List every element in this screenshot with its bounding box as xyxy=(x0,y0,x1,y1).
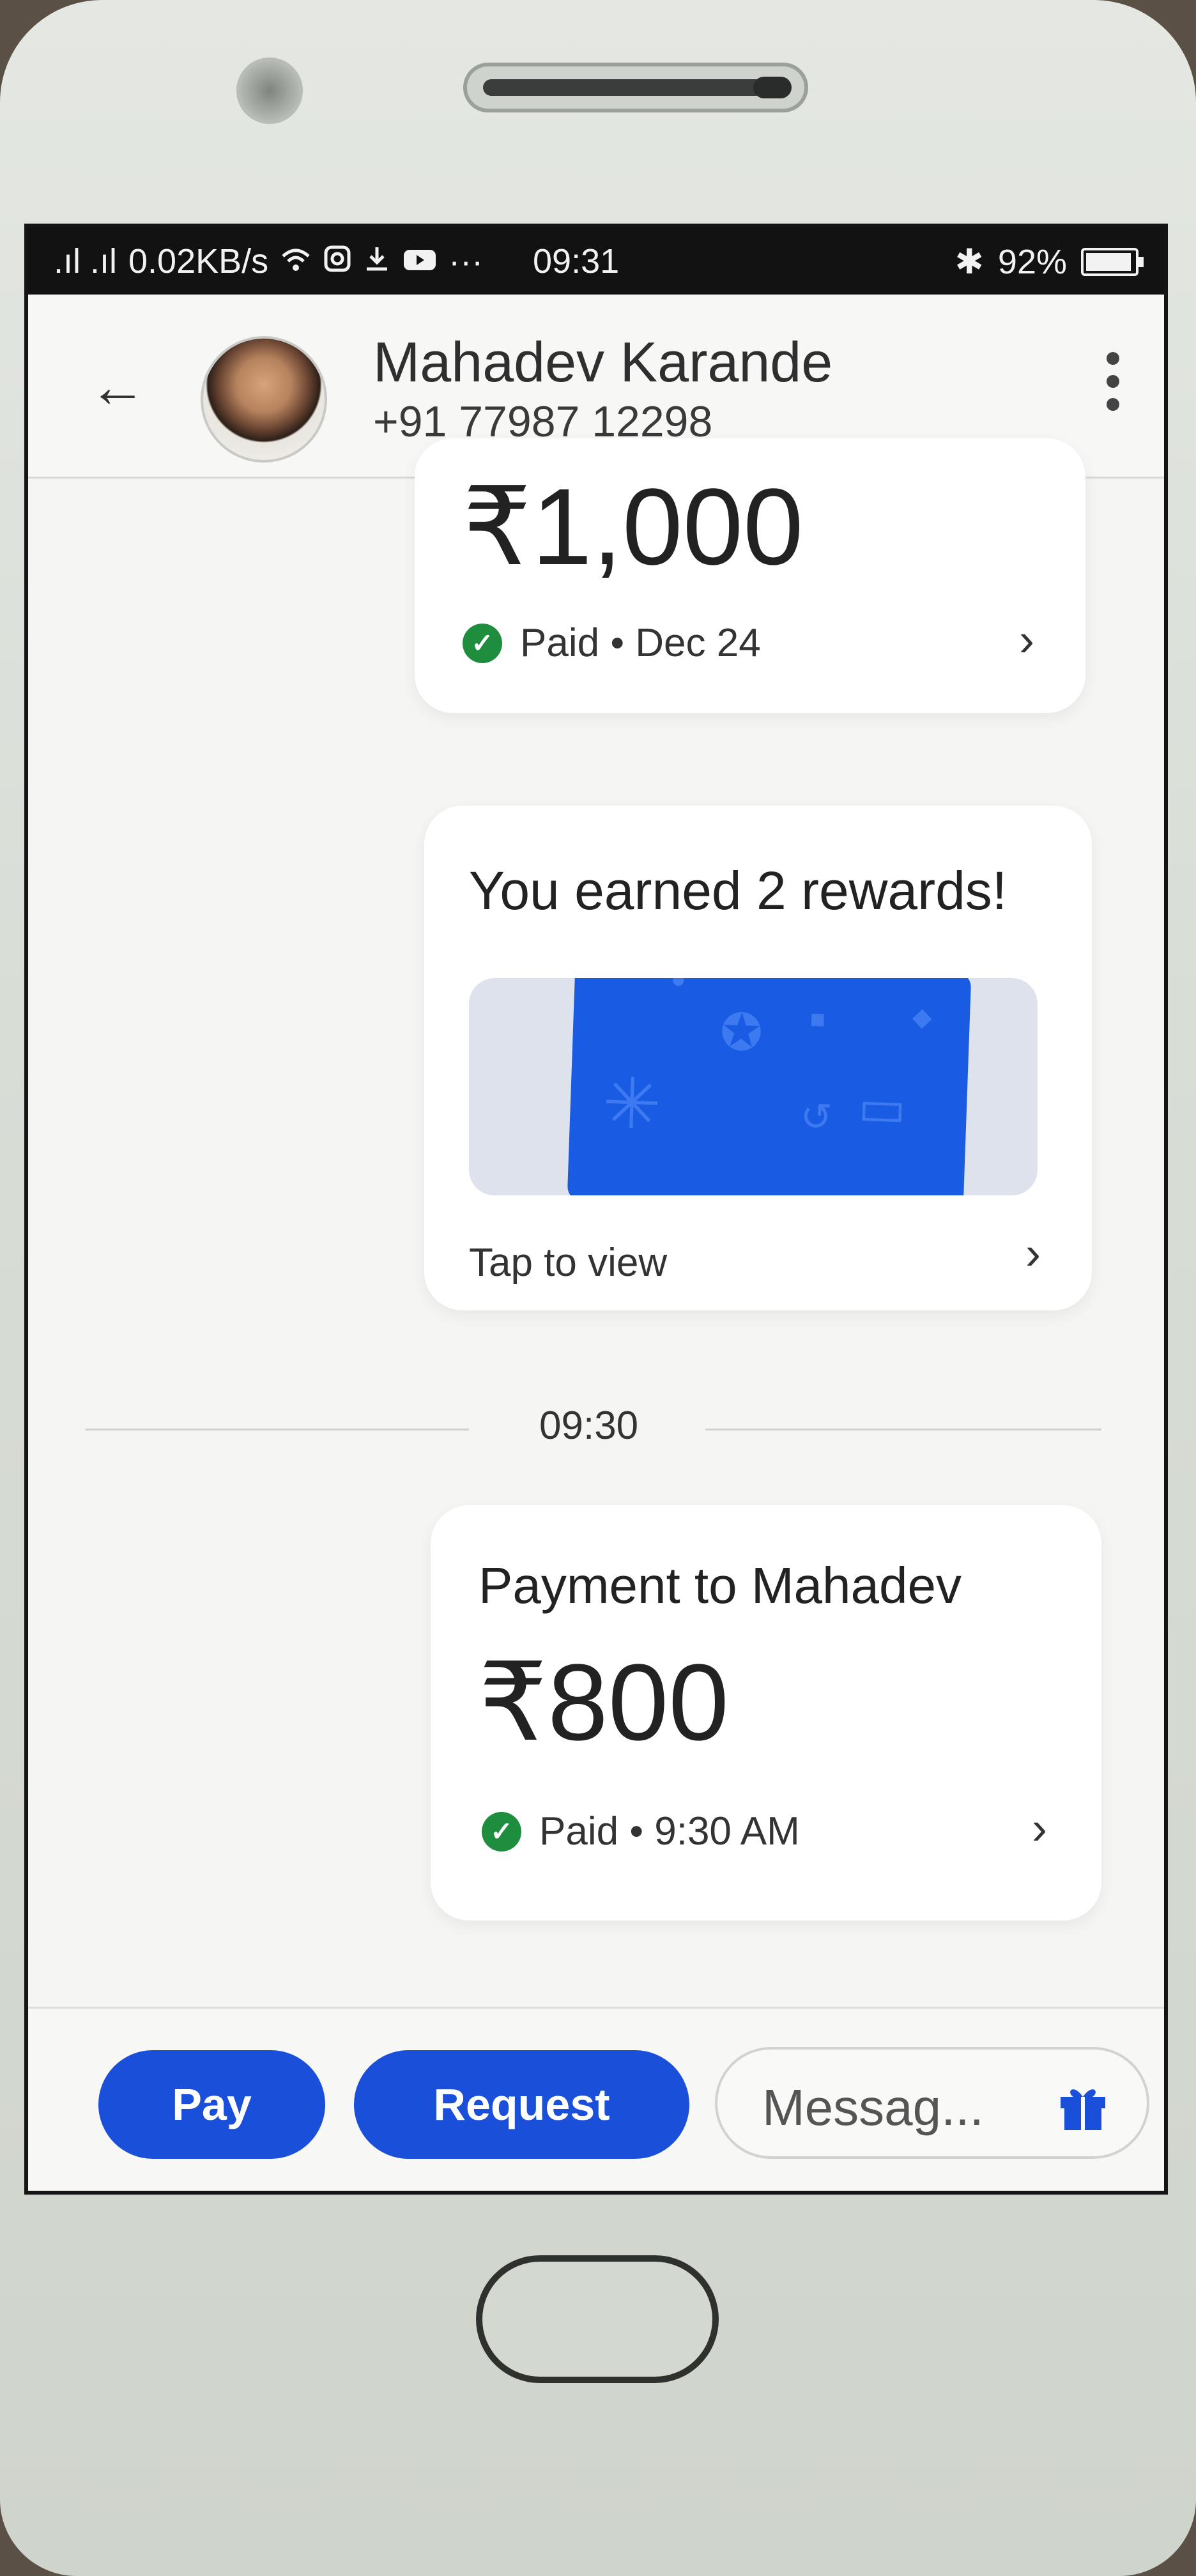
status-left: .ıl .ıl 0.02KB/s ··· xyxy=(54,241,483,281)
signal-icon: .ıl .ıl xyxy=(54,242,118,280)
tap-to-view-label[interactable]: Tap to view xyxy=(469,1240,667,1285)
payment-status-text: Paid • Dec 24 xyxy=(520,621,761,665)
wifi-icon xyxy=(280,241,312,281)
chevron-right-icon[interactable]: › xyxy=(1025,1227,1041,1280)
rewards-card[interactable]: You earned 2 rewards! ✳ ✪ ▭ ● ■ ◆ ↺ Tap … xyxy=(424,806,1092,1310)
payment-status: ✓ Paid • Dec 24 xyxy=(463,620,761,666)
bluetooth-icon: ✱ xyxy=(954,243,984,281)
back-arrow-icon[interactable]: ← xyxy=(89,358,146,416)
divider-line-right xyxy=(705,1429,1101,1430)
status-bar: .ıl .ıl 0.02KB/s ··· 09:31 ✱ 92% xyxy=(28,227,1164,295)
battery-percent: 92% xyxy=(997,242,1067,281)
front-camera xyxy=(236,57,303,124)
phone-body: .ıl .ıl 0.02KB/s ··· 09:31 ✱ 92% ← Mahad… xyxy=(0,0,1196,2576)
battery-icon xyxy=(1081,247,1144,276)
dot-icon: ● xyxy=(670,978,687,994)
curl-icon: ↺ xyxy=(799,1094,833,1139)
payment-title: Payment to Mahadev xyxy=(479,1557,962,1614)
network-speed: 0.02KB/s xyxy=(128,242,269,280)
payment-card-1[interactable]: ₹1,000 ✓ Paid • Dec 24 › xyxy=(415,438,1085,713)
gift-icon[interactable] xyxy=(1054,2076,1112,2147)
chevron-right-icon[interactable]: › xyxy=(1019,614,1034,666)
download-icon xyxy=(363,241,391,281)
instagram-icon xyxy=(323,241,351,281)
sparkle-icon: ✳ xyxy=(601,1063,663,1145)
pay-button[interactable]: Pay xyxy=(98,2050,325,2159)
reward-scratch-card-image[interactable]: ✳ ✪ ▭ ● ■ ◆ ↺ xyxy=(469,978,1038,1195)
status-right: ✱ 92% xyxy=(954,241,1144,282)
payment-status-text: Paid • 9:30 AM xyxy=(539,1809,800,1853)
more-options-icon[interactable] xyxy=(1107,352,1119,411)
proximity-sensor xyxy=(753,77,792,98)
clock: 09:31 xyxy=(533,242,620,280)
check-circle-icon: ✓ xyxy=(463,623,502,663)
youtube-icon xyxy=(402,241,437,281)
scratch-card: ✳ ✪ ▭ ● ■ ◆ ↺ xyxy=(567,978,972,1195)
badge-icon: ✪ xyxy=(719,1003,764,1062)
divider-line-left xyxy=(86,1429,469,1430)
contact-name[interactable]: Mahadev Karande xyxy=(373,330,832,395)
speaker-slot xyxy=(483,79,764,96)
payment-amount: ₹800 xyxy=(479,1642,729,1763)
ticket-icon: ▭ xyxy=(857,1078,908,1137)
home-button[interactable] xyxy=(476,2255,719,2383)
diamond-icon: ◆ xyxy=(912,1002,933,1032)
message-placeholder: Messag... xyxy=(762,2079,984,2136)
more-notifications-indicator: ··· xyxy=(448,242,484,280)
more-dot xyxy=(1107,398,1119,411)
square-icon: ■ xyxy=(809,1005,826,1034)
payment-card-2[interactable]: Payment to Mahadev ₹800 ✓ Paid • 9:30 AM… xyxy=(431,1505,1101,1920)
contact-avatar[interactable] xyxy=(201,336,327,463)
message-input[interactable]: Messag... xyxy=(715,2047,1149,2159)
rewards-title: You earned 2 rewards! xyxy=(469,861,1008,921)
more-dot xyxy=(1107,352,1119,365)
bottom-action-bar: Pay Request Messag... xyxy=(28,2007,1164,2191)
request-button[interactable]: Request xyxy=(354,2050,689,2159)
check-circle-icon: ✓ xyxy=(482,1811,521,1851)
chevron-right-icon[interactable]: › xyxy=(1032,1802,1047,1855)
payment-status: ✓ Paid • 9:30 AM xyxy=(482,1809,800,1854)
phone-screen: .ıl .ıl 0.02KB/s ··· 09:31 ✱ 92% ← Mahad… xyxy=(24,224,1168,2195)
more-dot xyxy=(1107,375,1119,388)
earpiece-speaker xyxy=(463,63,808,112)
time-divider: 09:30 xyxy=(539,1404,639,1448)
payment-amount: ₹1,000 xyxy=(463,466,804,588)
